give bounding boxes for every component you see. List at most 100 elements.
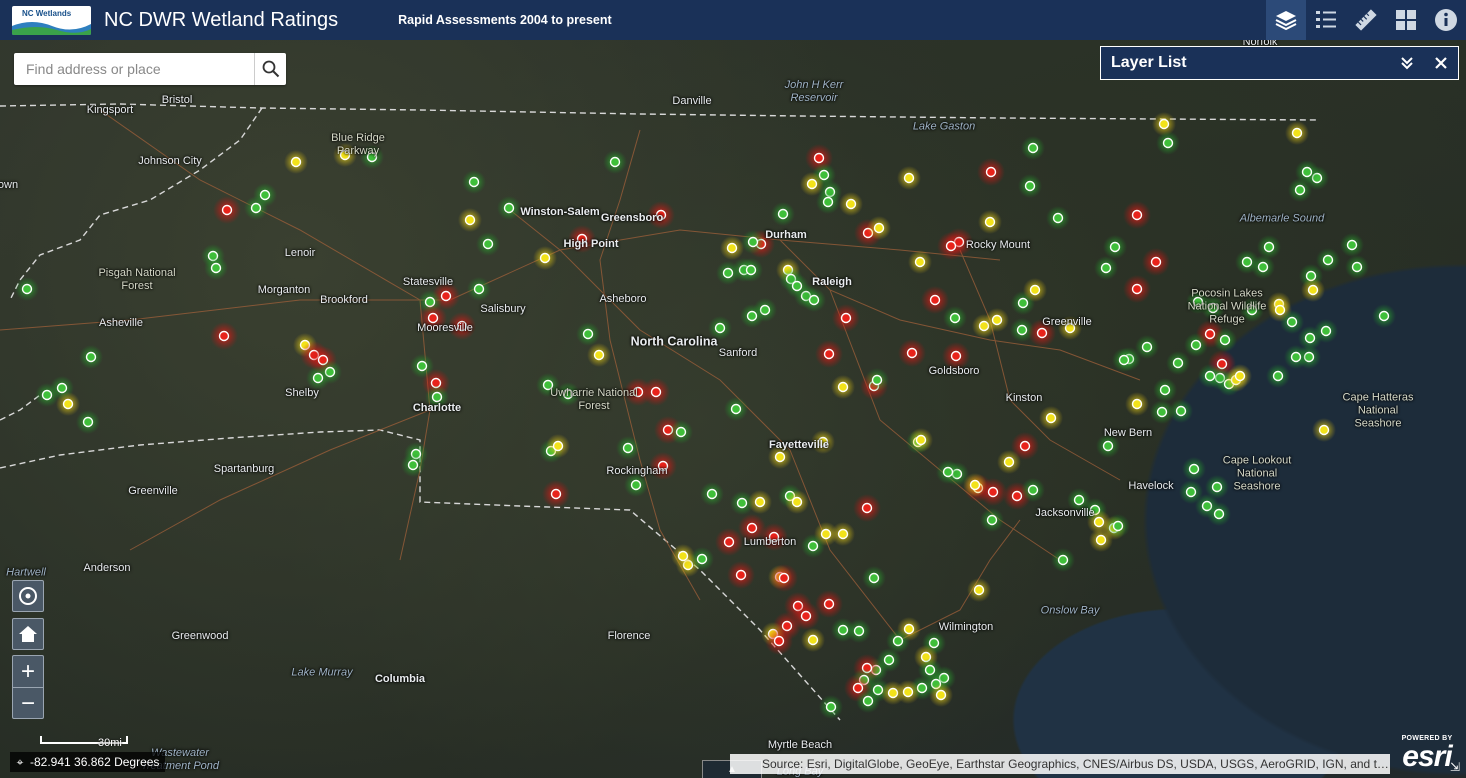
wetland-rating-point[interactable]: [745, 264, 757, 276]
wetland-rating-point[interactable]: [915, 434, 927, 446]
wetland-rating-point[interactable]: [778, 572, 790, 584]
crosshair-icon[interactable]: ⌖: [10, 755, 30, 770]
wetland-rating-point[interactable]: [1272, 370, 1284, 382]
wetland-rating-point[interactable]: [1131, 209, 1143, 221]
wetland-rating-point[interactable]: [1204, 328, 1216, 340]
wetland-rating-point[interactable]: [903, 172, 915, 184]
wetland-rating-point[interactable]: [984, 216, 996, 228]
about-button[interactable]: [1426, 0, 1466, 40]
wetland-rating-point[interactable]: [1158, 118, 1170, 130]
search-button[interactable]: [254, 53, 286, 85]
wetland-rating-point[interactable]: [416, 360, 428, 372]
wetland-rating-point[interactable]: [736, 497, 748, 509]
wetland-rating-point[interactable]: [210, 262, 222, 274]
wetland-rating-point[interactable]: [973, 584, 985, 596]
wetland-rating-point[interactable]: [1003, 456, 1015, 468]
wetland-rating-point[interactable]: [861, 502, 873, 514]
wetland-rating-point[interactable]: [1100, 262, 1112, 274]
wetland-rating-point[interactable]: [1175, 405, 1187, 417]
wetland-rating-point[interactable]: [1307, 284, 1319, 296]
wetland-rating-point[interactable]: [914, 256, 926, 268]
wetland-rating-point[interactable]: [1351, 261, 1363, 273]
wetland-rating-point[interactable]: [290, 156, 302, 168]
wetland-rating-point[interactable]: [85, 351, 97, 363]
wetland-rating-point[interactable]: [1304, 332, 1316, 344]
wetland-rating-point[interactable]: [1036, 327, 1048, 339]
wetland-rating-point[interactable]: [822, 196, 834, 208]
wetland-rating-point[interactable]: [1291, 127, 1303, 139]
wetland-rating-point[interactable]: [1263, 241, 1275, 253]
wetland-rating-point[interactable]: [1052, 212, 1064, 224]
wetland-rating-point[interactable]: [539, 252, 551, 264]
wetland-rating-point[interactable]: [1027, 142, 1039, 154]
wetland-rating-point[interactable]: [1019, 440, 1031, 452]
wetland-rating-point[interactable]: [825, 701, 837, 713]
wetland-rating-point[interactable]: [582, 328, 594, 340]
wetland-rating-point[interactable]: [906, 347, 918, 359]
wetland-rating-point[interactable]: [1027, 484, 1039, 496]
wetland-rating-point[interactable]: [1185, 486, 1197, 498]
wetland-rating-point[interactable]: [949, 312, 961, 324]
wetland-rating-point[interactable]: [1219, 334, 1231, 346]
wetland-rating-point[interactable]: [987, 486, 999, 498]
wetland-rating-point[interactable]: [723, 536, 735, 548]
wetland-rating-point[interactable]: [1112, 520, 1124, 532]
wetland-rating-point[interactable]: [902, 686, 914, 698]
wetland-rating-point[interactable]: [41, 389, 53, 401]
wetland-rating-point[interactable]: [1190, 339, 1202, 351]
wetland-rating-point[interactable]: [1118, 354, 1130, 366]
wetland-rating-point[interactable]: [1346, 239, 1358, 251]
wetland-rating-point[interactable]: [722, 267, 734, 279]
wetland-rating-point[interactable]: [1141, 341, 1153, 353]
wetland-rating-point[interactable]: [468, 176, 480, 188]
wetland-rating-point[interactable]: [840, 312, 852, 324]
wetland-rating-point[interactable]: [777, 208, 789, 220]
wetland-rating-point[interactable]: [1017, 297, 1029, 309]
wetland-rating-point[interactable]: [806, 178, 818, 190]
zoom-in-button[interactable]: +: [13, 656, 43, 687]
resize-handle-icon[interactable]: ⇲: [1450, 760, 1464, 774]
wetland-rating-point[interactable]: [1156, 406, 1168, 418]
measure-button[interactable]: [1346, 0, 1386, 40]
wetland-rating-point[interactable]: [746, 310, 758, 322]
wetland-rating-point[interactable]: [935, 689, 947, 701]
wetland-rating-point[interactable]: [1234, 370, 1246, 382]
wetland-rating-point[interactable]: [813, 152, 825, 164]
wetland-rating-point[interactable]: [871, 374, 883, 386]
wetland-rating-point[interactable]: [552, 440, 564, 452]
wetland-rating-point[interactable]: [630, 479, 642, 491]
wetland-rating-point[interactable]: [1286, 316, 1298, 328]
basemap-gallery-button[interactable]: [1386, 0, 1426, 40]
wetland-rating-point[interactable]: [773, 635, 785, 647]
locate-button[interactable]: [12, 580, 44, 612]
wetland-rating-point[interactable]: [706, 488, 718, 500]
wetland-rating-point[interactable]: [1024, 180, 1036, 192]
wetland-rating-point[interactable]: [1045, 412, 1057, 424]
wetland-rating-point[interactable]: [774, 451, 786, 463]
wetland-rating-point[interactable]: [873, 222, 885, 234]
wetland-rating-point[interactable]: [1318, 424, 1330, 436]
wetland-rating-point[interactable]: [754, 496, 766, 508]
wetland-rating-point[interactable]: [730, 403, 742, 415]
wetland-rating-point[interactable]: [735, 569, 747, 581]
wetland-rating-point[interactable]: [1301, 166, 1313, 178]
wetland-rating-point[interactable]: [1162, 137, 1174, 149]
wetland-rating-point[interactable]: [550, 488, 562, 500]
wetland-rating-point[interactable]: [482, 238, 494, 250]
wetland-rating-point[interactable]: [650, 386, 662, 398]
wetland-rating-point[interactable]: [808, 294, 820, 306]
wetland-rating-point[interactable]: [1172, 357, 1184, 369]
wetland-rating-point[interactable]: [221, 204, 233, 216]
wetland-rating-point[interactable]: [622, 442, 634, 454]
wetland-rating-point[interactable]: [1290, 351, 1302, 363]
wetland-rating-point[interactable]: [991, 314, 1003, 326]
wetland-rating-point[interactable]: [1159, 384, 1171, 396]
wetland-rating-point[interactable]: [862, 695, 874, 707]
wetland-rating-point[interactable]: [440, 290, 452, 302]
wetland-rating-point[interactable]: [1029, 284, 1041, 296]
wetland-rating-point[interactable]: [837, 381, 849, 393]
wetland-rating-point[interactable]: [800, 610, 812, 622]
wetland-rating-point[interactable]: [950, 350, 962, 362]
wetland-rating-point[interactable]: [21, 283, 33, 295]
wetland-rating-point[interactable]: [1213, 508, 1225, 520]
